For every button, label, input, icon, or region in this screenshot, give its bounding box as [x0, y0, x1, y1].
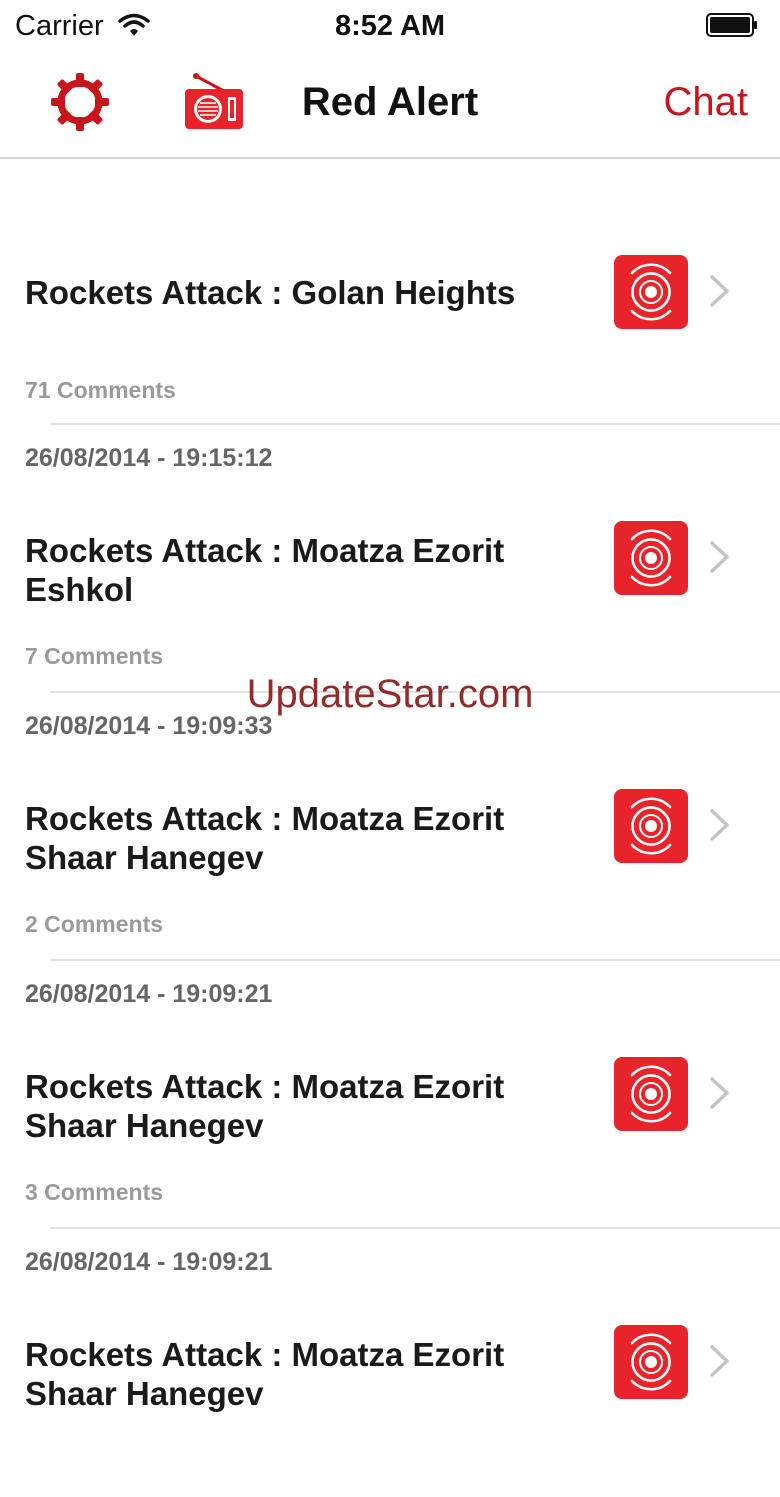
chevron-right-icon: [708, 807, 732, 848]
alert-row[interactable]: 26/08/2014 - 19:15:12 Rockets Attack : M…: [0, 425, 780, 693]
siren-icon: [614, 1057, 688, 1131]
page-title: Red Alert: [301, 80, 479, 124]
alert-date: 26/08/2014 - 19:09:21: [25, 1248, 273, 1276]
comments-count: 3 Comments: [25, 1179, 164, 1205]
siren-icon: [614, 255, 688, 329]
alert-title: Rockets Attack : Moatza Ezorit Eshkol: [25, 532, 505, 608]
alerts-list: Rockets Attack : Golan Heights 71 Commen…: [0, 159, 780, 1497]
comments-count: 71 Comments: [25, 377, 176, 403]
siren-icon: [614, 521, 688, 595]
alert-date: 26/08/2014 - 19:09:33: [25, 712, 273, 740]
alert-row[interactable]: 26/08/2014 - 19:09:21 Rockets Attack : M…: [0, 961, 780, 1229]
siren-icon: [614, 1325, 688, 1399]
alert-date: 26/08/2014 - 19:09:21: [25, 980, 273, 1008]
chevron-right-icon: [708, 273, 732, 314]
alert-date: 26/08/2014 - 19:15:12: [25, 444, 273, 472]
siren-icon: [614, 789, 688, 863]
comments-count: 2 Comments: [25, 911, 164, 937]
navigation-bar: Red Alert Chat: [0, 54, 780, 159]
gear-icon: [51, 73, 109, 131]
alert-row[interactable]: 26/08/2014 - 19:09:21 Rockets Attack : M…: [0, 1229, 780, 1497]
status-bar: Carrier 8:52 AM: [0, 0, 780, 54]
alert-title: Rockets Attack : Moatza Ezorit Shaar Han…: [25, 1336, 505, 1412]
alert-title: Rockets Attack : Golan Heights: [25, 274, 516, 311]
settings-button[interactable]: [48, 70, 112, 134]
chevron-right-icon: [708, 1075, 732, 1116]
alert-title: Rockets Attack : Moatza Ezorit Shaar Han…: [25, 1068, 505, 1144]
alert-title: Rockets Attack : Moatza Ezorit Shaar Han…: [25, 800, 505, 876]
alert-row[interactable]: 26/08/2014 - 19:09:33 Rockets Attack : M…: [0, 693, 780, 961]
chat-button[interactable]: Chat: [664, 80, 749, 125]
comments-count: 7 Comments: [25, 643, 164, 669]
battery-icon: [706, 13, 758, 37]
alert-row[interactable]: Rockets Attack : Golan Heights 71 Commen…: [0, 159, 780, 425]
chevron-right-icon: [708, 539, 732, 580]
status-time: 8:52 AM: [334, 10, 446, 42]
chevron-right-icon: [708, 1343, 732, 1384]
